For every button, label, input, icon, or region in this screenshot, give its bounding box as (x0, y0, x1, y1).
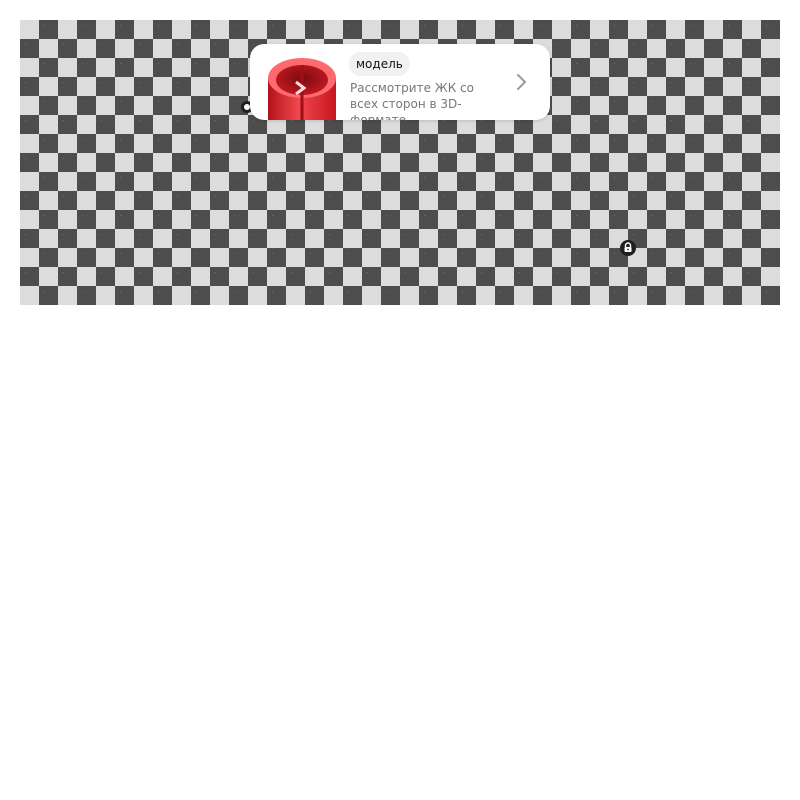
chevron-right-icon[interactable] (514, 72, 530, 92)
promo-card-3d-model[interactable]: модель Рассмотрите ЖК со всех сторон в 3… (250, 44, 550, 120)
model-tag: модель (349, 52, 410, 76)
promo-description: Рассмотрите ЖК со всех сторон в 3D-форма… (350, 81, 474, 120)
screen: модель Рассмотрите ЖК со всех сторон в 3… (0, 0, 800, 800)
red-3d-ring-icon (266, 56, 338, 120)
lock-icon[interactable] (620, 240, 636, 256)
